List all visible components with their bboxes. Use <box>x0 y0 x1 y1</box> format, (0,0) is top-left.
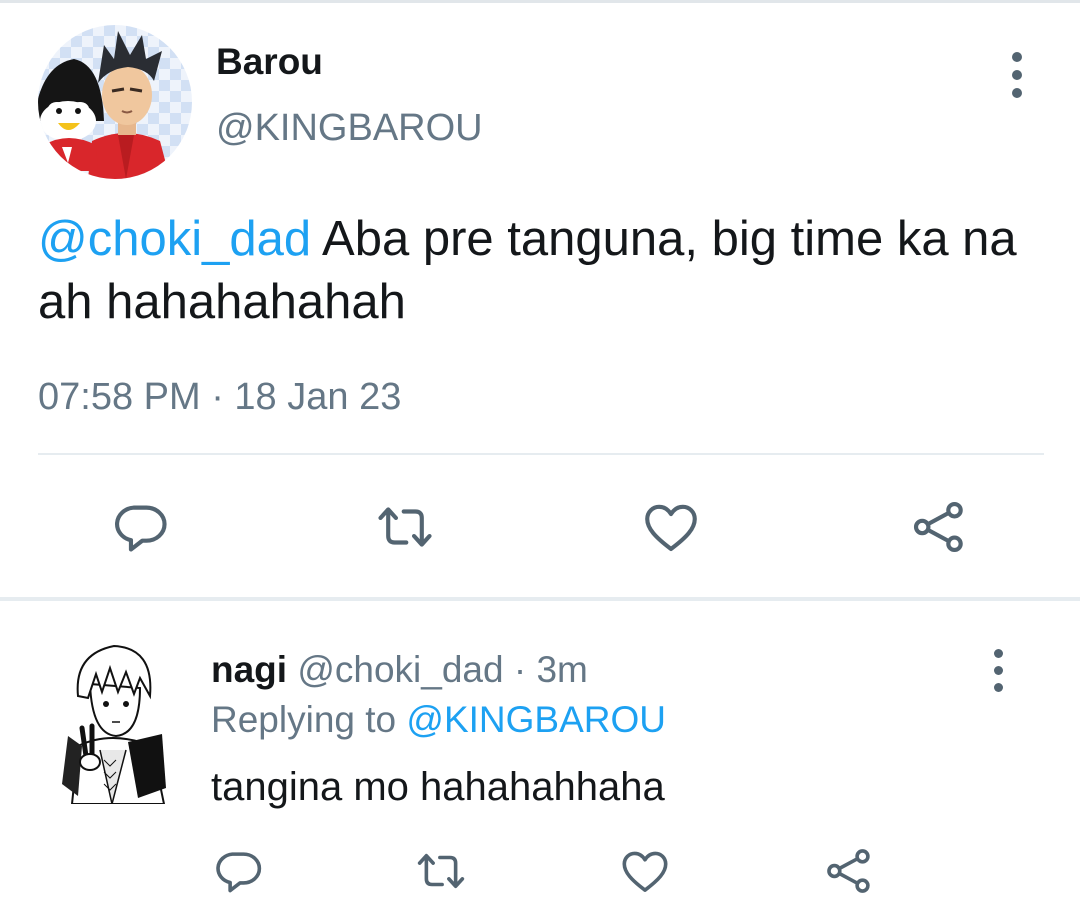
display-name[interactable]: Barou <box>216 40 323 84</box>
profile-avatar-barou-icon <box>38 25 192 179</box>
avatar[interactable] <box>38 25 192 179</box>
more-options-button[interactable] <box>997 45 1037 105</box>
more-dot <box>1012 88 1022 98</box>
share-button[interactable] <box>818 840 880 902</box>
reply-icon <box>216 852 262 893</box>
retweet-icon <box>417 853 465 889</box>
section-divider <box>0 597 1080 601</box>
mention-link[interactable]: @choki_dad <box>38 212 311 266</box>
more-dot <box>1012 70 1022 80</box>
handle-and-time[interactable]: @choki_dad · 3m <box>287 649 588 690</box>
profile-avatar-nagi-icon <box>42 638 180 804</box>
more-options-button[interactable] <box>978 640 1018 700</box>
more-dot <box>1012 52 1022 62</box>
reply-button[interactable] <box>207 840 269 902</box>
like-icon <box>622 851 668 892</box>
more-dot <box>993 682 1003 692</box>
more-dot <box>993 648 1003 658</box>
replying-to: Replying to @KINGBAROU <box>211 698 666 742</box>
tweet-text: tangina mo hahahahhaha <box>211 765 665 809</box>
user-handle[interactable]: @KINGBAROU <box>216 106 483 150</box>
more-dot <box>993 665 1003 675</box>
reply-header: nagi @choki_dad · 3m <box>211 648 588 692</box>
reply-button[interactable] <box>105 494 175 560</box>
retweet-button[interactable] <box>370 494 440 560</box>
share-icon <box>827 849 870 893</box>
tweet-text: @choki_dad Aba pre tanguna, big time ka … <box>38 208 1048 334</box>
like-button[interactable] <box>614 840 676 902</box>
like-icon <box>645 504 697 552</box>
tweet-timestamp[interactable]: 07:58 PM · 18 Jan 23 <box>38 374 401 420</box>
avatar[interactable] <box>42 638 180 804</box>
replying-to-handle[interactable]: @KINGBAROU <box>406 699 666 740</box>
display-name[interactable]: nagi <box>211 649 287 690</box>
top-divider <box>0 0 1080 3</box>
share-button[interactable] <box>904 494 974 560</box>
reply-icon <box>115 505 167 552</box>
retweet-icon <box>378 507 432 547</box>
share-icon <box>913 501 963 553</box>
divider <box>38 453 1044 455</box>
replying-to-label: Replying to <box>211 699 407 740</box>
like-button[interactable] <box>636 494 706 560</box>
retweet-button[interactable] <box>410 840 472 902</box>
